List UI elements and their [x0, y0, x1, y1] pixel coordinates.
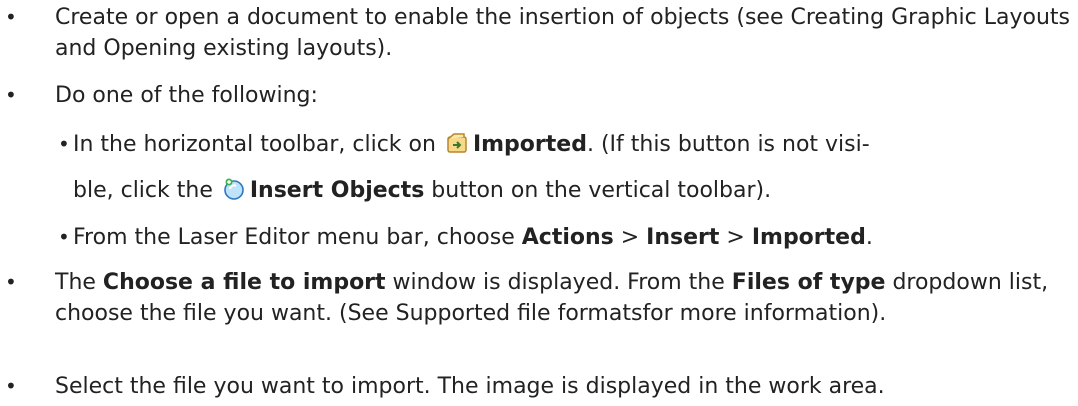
step-text: From the Laser Editor menu bar, choose A… [73, 225, 873, 250]
imported-icon [445, 131, 469, 155]
step-text: Do one of the following: [55, 83, 318, 108]
step-text: The Choose a file to import window is di… [55, 270, 1049, 326]
list-item: • The Choose a file to import window is … [0, 267, 1078, 329]
sub-list-item: • From the Laser Editor menu bar, choose… [0, 222, 1078, 253]
bullet-marker: • [5, 270, 17, 294]
bullet-marker: • [5, 5, 17, 29]
step-text: Select the file you want to import. The … [55, 374, 885, 399]
list-item: • Do one of the following: [0, 80, 1078, 111]
step-text-continued: ble, click the Insert Objects button on … [73, 177, 772, 203]
opening-existing-layouts-link[interactable]: Opening existing layouts [103, 36, 376, 61]
creating-graphic-layouts-link[interactable]: Creating Graphic Layouts [791, 5, 1071, 30]
bullet-marker: • [5, 83, 17, 107]
list-item: • Create or open a document to enable th… [0, 2, 1078, 64]
list-item: • Select the file you want to import. Th… [0, 371, 1078, 402]
bullet-marker: • [58, 132, 70, 156]
bullet-marker: • [58, 225, 70, 249]
step-text: In the horizontal toolbar, click on Impo… [73, 131, 870, 157]
step-text: Create or open a document to enable the … [55, 5, 1071, 61]
bullet-marker: • [5, 374, 17, 398]
supported-file-formats-link[interactable]: Supported file formats [396, 301, 643, 326]
sub-list-item: • In the horizontal toolbar, click on Im… [0, 129, 1078, 206]
insert-objects-icon [222, 177, 246, 201]
